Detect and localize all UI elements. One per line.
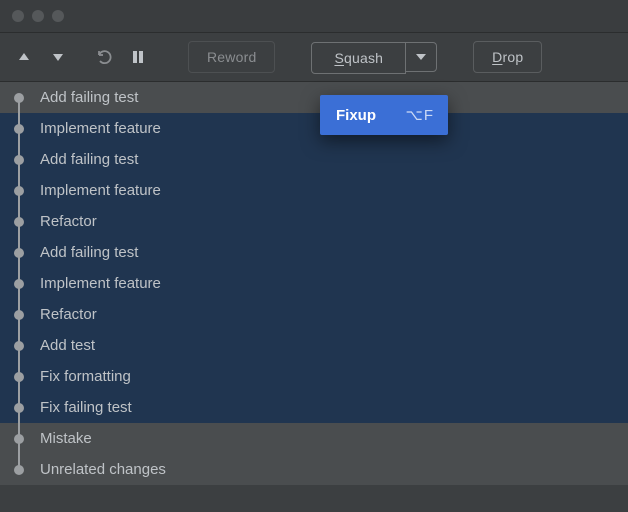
undo-icon[interactable] [90,43,118,71]
commit-row[interactable]: Fix formatting [0,361,628,392]
commit-node-icon [14,155,24,165]
commit-row[interactable]: Add failing test [0,82,628,113]
commit-graph-gutter [0,330,40,361]
commit-node-icon [14,93,24,103]
commit-graph-gutter [0,113,40,144]
squash-dropdown-menu: Fixup ⌥F [320,95,448,135]
reword-label: Reword [207,49,256,65]
commit-row[interactable]: Fix failing test [0,392,628,423]
commit-row[interactable]: Implement feature [0,175,628,206]
drop-button[interactable]: Drop [473,41,542,73]
commit-graph-gutter [0,144,40,175]
commit-message: Implement feature [40,182,628,199]
commit-graph-gutter [0,237,40,268]
commit-node-icon [14,124,24,134]
commit-message: Add failing test [40,244,628,261]
squash-rest: quash [344,50,383,66]
drop-rest: rop [502,49,523,65]
commit-node-icon [14,217,24,227]
commit-row[interactable]: Refactor [0,299,628,330]
commit-node-icon [14,465,24,475]
commit-list[interactable]: Add failing testImplement featureAdd fai… [0,82,628,512]
commit-row[interactable]: Add test [0,330,628,361]
commit-node-icon [14,403,24,413]
commit-node-icon [14,310,24,320]
fixup-shortcut: ⌥F [406,106,434,124]
commit-graph-gutter [0,299,40,330]
commit-node-icon [14,372,24,382]
commit-message: Fix formatting [40,368,628,385]
commit-graph-gutter [0,175,40,206]
move-up-icon[interactable] [10,43,38,71]
commit-row[interactable]: Implement feature [0,113,628,144]
commit-row[interactable]: Mistake [0,423,628,454]
commit-graph-gutter [0,392,40,423]
squash-button[interactable]: Squash [311,42,406,74]
commit-graph-gutter [0,454,40,485]
commit-node-icon [14,341,24,351]
commit-node-icon [14,186,24,196]
traffic-minimize-icon[interactable] [32,10,44,22]
commit-message: Add test [40,337,628,354]
commit-node-icon [14,434,24,444]
commit-graph-gutter [0,82,40,113]
commit-message: Add failing test [40,151,628,168]
squash-split-button[interactable]: Squash [311,42,437,72]
reword-button[interactable]: Reword [188,41,275,73]
commit-row[interactable]: Refactor [0,206,628,237]
fixup-menu-item[interactable]: Fixup ⌥F [320,95,448,135]
commit-graph-gutter [0,206,40,237]
squash-dropdown-toggle[interactable] [405,42,437,72]
pause-icon[interactable] [124,43,152,71]
commit-graph-gutter [0,268,40,299]
rebase-toolbar: Reword Squash Drop [0,33,628,82]
squash-mnemonic: S [334,50,344,66]
commit-row[interactable]: Implement feature [0,268,628,299]
commit-graph-gutter [0,361,40,392]
traffic-close-icon[interactable] [12,10,24,22]
move-down-icon[interactable] [44,43,72,71]
traffic-zoom-icon[interactable] [52,10,64,22]
fixup-label: Fixup [336,107,376,124]
commit-row[interactable]: Add failing test [0,144,628,175]
commit-node-icon [14,248,24,258]
commit-message: Mistake [40,430,628,447]
commit-row[interactable]: Unrelated changes [0,454,628,485]
commit-graph-gutter [0,423,40,454]
commit-message: Fix failing test [40,399,628,416]
commit-message: Implement feature [40,275,628,292]
commit-node-icon [14,279,24,289]
commit-message: Unrelated changes [40,461,628,478]
commit-message: Refactor [40,213,628,230]
drop-mnemonic: D [492,49,502,65]
commit-row[interactable]: Add failing test [0,237,628,268]
window-titlebar [0,0,628,33]
commit-message: Refactor [40,306,628,323]
